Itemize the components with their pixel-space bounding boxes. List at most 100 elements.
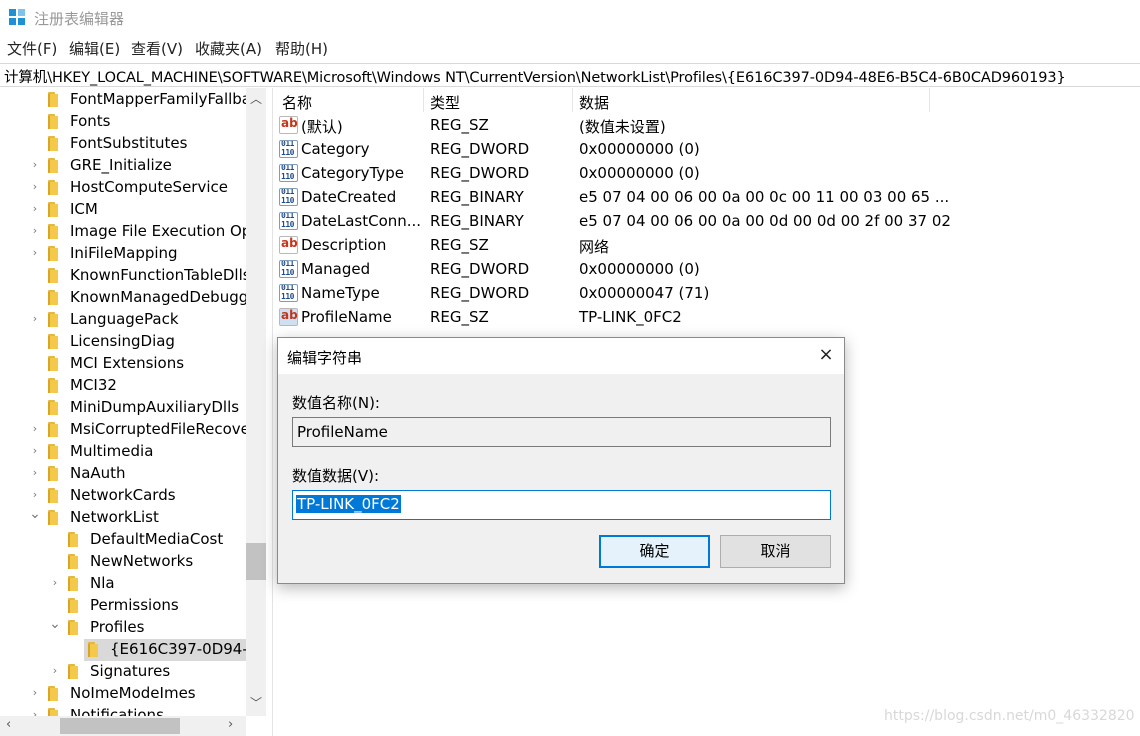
tree-item[interactable]: NewNetworks xyxy=(0,551,246,573)
tree-vertical-scrollbar[interactable]: ︿ ﹀ xyxy=(246,88,266,716)
tree-item[interactable]: ⌄ NetworkList xyxy=(0,507,246,529)
ok-button[interactable]: 确定 xyxy=(599,535,710,568)
tree-item[interactable]: DefaultMediaCost xyxy=(0,529,246,551)
column-divider[interactable] xyxy=(929,88,930,112)
tree-item[interactable]: › HostComputeService xyxy=(0,177,246,199)
value-row[interactable]: 011 110 DateCreated REG_BINARY e5 07 04 00 0… xyxy=(274,185,949,209)
binary-value-icon: 011 110 xyxy=(279,188,298,206)
tree-item[interactable]: › ICM xyxy=(0,199,246,221)
chevron-right-icon[interactable]: › xyxy=(29,466,41,480)
tree-item[interactable]: Permissions xyxy=(0,595,246,617)
tree-item[interactable]: Fonts xyxy=(0,111,246,133)
tree-item-label: FontSubstitutes xyxy=(70,134,188,152)
address-path[interactable]: 计算机\HKEY_LOCAL_MACHINE\SOFTWARE\Microsof… xyxy=(4,66,1066,87)
scroll-up-icon[interactable]: ︿ xyxy=(250,90,262,107)
tree-item-label: MiniDumpAuxiliaryDlls xyxy=(70,398,240,416)
chevron-right-icon[interactable]: › xyxy=(29,180,41,194)
value-data-cell: (数值未设置) xyxy=(579,118,666,136)
value-data-input[interactable]: TP-LINK_0FC2 xyxy=(292,490,831,520)
value-row[interactable]: ab Description REG_SZ 网络 xyxy=(274,233,934,257)
tree-item[interactable]: KnownFunctionTableDlls xyxy=(0,265,251,287)
cancel-button[interactable]: 取消 xyxy=(720,535,831,568)
value-row[interactable]: ab (默认) REG_SZ (数值未设置) xyxy=(274,113,934,137)
tree-horizontal-scrollbar[interactable]: ‹ › xyxy=(0,716,246,736)
key-tree[interactable]: FontMapperFamilyFallba Fonts FontSubstitut… xyxy=(0,88,268,736)
value-row[interactable]: 011 110 Category REG_DWORD 0x00000000 (0) xyxy=(274,137,934,161)
column-header-type[interactable]: 类型 xyxy=(430,92,460,113)
chevron-right-icon[interactable]: › xyxy=(49,576,61,590)
close-icon[interactable]: × xyxy=(815,344,837,366)
value-data-cell: 0x00000000 (0) xyxy=(579,164,700,182)
tree-item[interactable]: MCI Extensions xyxy=(0,353,246,375)
value-name-cell: DateLastConn... xyxy=(301,212,422,230)
tree-item[interactable]: › GRE_Initialize xyxy=(0,155,246,177)
chevron-down-icon[interactable]: ⌄ xyxy=(49,617,61,631)
binary-value-icon: 011 110 xyxy=(279,212,298,230)
scrollbar-thumb[interactable] xyxy=(60,718,180,734)
chevron-right-icon[interactable]: › xyxy=(29,422,41,436)
chevron-right-icon[interactable]: › xyxy=(49,664,61,678)
tree-item[interactable]: KnownManagedDebugg xyxy=(0,287,248,309)
chevron-down-icon[interactable]: ⌄ xyxy=(29,507,41,521)
chevron-right-icon[interactable]: › xyxy=(29,246,41,260)
address-bar[interactable]: 计算机\HKEY_LOCAL_MACHINE\SOFTWARE\Microsof… xyxy=(0,63,1140,87)
tree-item[interactable]: MiniDumpAuxiliaryDlls xyxy=(0,397,246,419)
tree-item-label: MsiCorruptedFileRecove xyxy=(70,420,250,438)
tree-item-label: Signatures xyxy=(90,662,171,680)
tree-item[interactable]: › NetworkCards xyxy=(0,485,246,507)
chevron-right-icon xyxy=(49,554,61,568)
menu-help[interactable]: 帮助(H) xyxy=(275,38,328,59)
string-value-icon: ab xyxy=(279,116,298,134)
column-divider[interactable] xyxy=(572,88,573,112)
tree-item[interactable]: FontMapperFamilyFallba xyxy=(0,89,251,111)
chevron-right-icon xyxy=(29,400,41,414)
tree-item[interactable]: › Nla xyxy=(0,573,246,595)
folder-icon xyxy=(42,180,58,195)
menu-file[interactable]: 文件(F) xyxy=(7,38,57,59)
value-row[interactable]: 011 110 Managed REG_DWORD 0x00000000 (0) xyxy=(274,257,934,281)
scroll-down-icon[interactable]: ﹀ xyxy=(250,694,262,711)
folder-icon xyxy=(42,686,58,701)
value-row[interactable]: 011 110 DateLastConn... REG_BINARY e5 07 04 … xyxy=(274,209,951,233)
menu-edit[interactable]: 编辑(E) xyxy=(69,38,120,59)
tree-item[interactable]: LicensingDiag xyxy=(0,331,246,353)
value-row[interactable]: 011 110 NameType REG_DWORD 0x00000047 (71) xyxy=(274,281,934,305)
column-divider[interactable] xyxy=(423,88,424,112)
tree-item[interactable]: › NaAuth xyxy=(0,463,246,485)
chevron-right-icon[interactable]: › xyxy=(29,444,41,458)
binary-value-icon: 011 110 xyxy=(279,284,298,302)
column-header-name[interactable]: 名称 xyxy=(282,92,312,113)
chevron-right-icon[interactable]: › xyxy=(29,202,41,216)
tree-item[interactable]: ⌄ Profiles xyxy=(0,617,246,639)
dialog-title-bar[interactable]: 编辑字符串 × xyxy=(278,338,844,374)
chevron-right-icon[interactable]: › xyxy=(29,224,41,238)
tree-item[interactable]: › NoImeModeImes xyxy=(0,683,246,705)
scrollbar-thumb[interactable] xyxy=(246,543,266,580)
tree-item[interactable]: MCI32 xyxy=(0,375,246,397)
chevron-right-icon[interactable]: › xyxy=(29,312,41,326)
scroll-right-icon[interactable]: › xyxy=(228,717,233,732)
tree-item[interactable]: › LanguagePack xyxy=(0,309,246,331)
column-header-data[interactable]: 数据 xyxy=(579,92,609,113)
value-data-cell: e5 07 04 00 06 00 0a 00 0d 00 0d 00 2f 0… xyxy=(579,212,951,230)
value-row[interactable]: ab ProfileName REG_SZ TP-LINK_0FC2 xyxy=(274,305,934,329)
value-type-cell: REG_SZ xyxy=(430,116,489,134)
tree-item[interactable]: › Image File Execution Op xyxy=(0,221,252,243)
chevron-right-icon[interactable]: › xyxy=(29,488,41,502)
pane-splitter[interactable] xyxy=(268,88,273,736)
value-row[interactable]: 011 110 CategoryType REG_DWORD 0x00000000 (0… xyxy=(274,161,934,185)
menu-view[interactable]: 查看(V) xyxy=(131,38,183,59)
value-data-text[interactable]: TP-LINK_0FC2 xyxy=(296,495,401,513)
binary-value-icon: 011 110 xyxy=(279,260,298,278)
tree-item[interactable]: › Signatures xyxy=(0,661,246,683)
tree-item[interactable]: FontSubstitutes xyxy=(0,133,246,155)
tree-item[interactable]: › Multimedia xyxy=(0,441,246,463)
scroll-left-icon[interactable]: ‹ xyxy=(6,717,11,732)
value-data-label: 数值数据(V): xyxy=(292,467,380,485)
tree-item[interactable]: {E616C397-0D94-4 xyxy=(0,639,257,661)
tree-item[interactable]: › IniFileMapping xyxy=(0,243,246,265)
menu-favorites[interactable]: 收藏夹(A) xyxy=(195,38,262,59)
chevron-right-icon[interactable]: › xyxy=(29,686,41,700)
tree-item[interactable]: › MsiCorruptedFileRecove xyxy=(0,419,250,441)
chevron-right-icon[interactable]: › xyxy=(29,158,41,172)
